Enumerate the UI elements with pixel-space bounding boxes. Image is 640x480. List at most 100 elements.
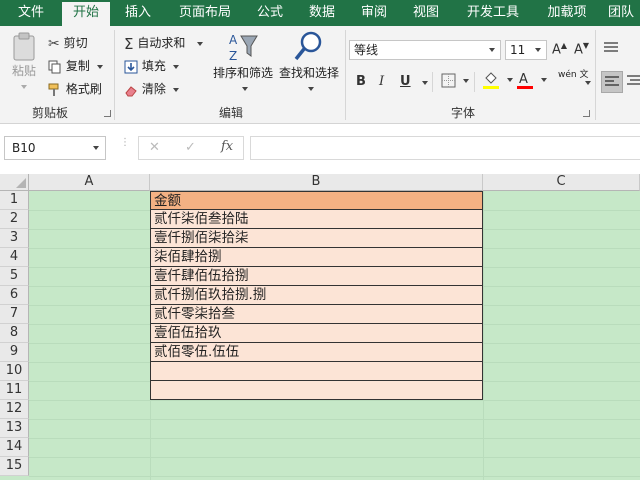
phonetic-guide-button[interactable]: wén 文 xyxy=(558,70,588,80)
italic-button[interactable]: I xyxy=(379,74,384,89)
row-header[interactable]: 5 xyxy=(0,267,29,286)
fill-button[interactable]: 填充 xyxy=(124,57,179,74)
gridline xyxy=(29,457,640,458)
fill-label: 填充 xyxy=(141,59,166,73)
cell-b7[interactable]: 贰仟零柒拾叁 xyxy=(150,305,483,324)
row-header[interactable]: 14 xyxy=(0,438,29,457)
column-header-c[interactable]: C xyxy=(483,174,640,191)
column-header-a[interactable]: A xyxy=(29,174,150,191)
decrease-font-size-button[interactable]: A▼ xyxy=(574,41,589,57)
name-box[interactable]: B10 xyxy=(4,136,106,160)
paintbrush-icon xyxy=(48,83,59,96)
copy-button[interactable]: 复制 xyxy=(48,57,103,74)
cell-b4[interactable]: 柒佰肆拾捌 xyxy=(150,248,483,267)
tab-page-layout[interactable]: 页面布局 xyxy=(170,0,240,26)
cell-b8[interactable]: 壹佰伍拾玖 xyxy=(150,324,483,343)
tab-formulas[interactable]: 公式 xyxy=(248,0,292,26)
column-header-b[interactable]: B xyxy=(150,174,483,191)
tab-data[interactable]: 数据 xyxy=(300,0,344,26)
chevron-down-icon xyxy=(172,87,179,92)
tab-insert[interactable]: 插入 xyxy=(112,0,164,26)
chevron-down-icon[interactable] xyxy=(585,81,591,85)
tab-view[interactable]: 视图 xyxy=(404,0,448,26)
cell-b11[interactable] xyxy=(150,381,483,400)
cell-b1[interactable]: 金额 xyxy=(150,191,483,210)
cell-b2[interactable]: 贰仟柒佰叁拾陆 xyxy=(150,210,483,229)
formula-input[interactable] xyxy=(250,136,640,160)
sigma-icon: Σ xyxy=(124,34,134,53)
phonetic-label: wén 文 xyxy=(558,70,589,80)
sheet-grid[interactable]: A B C 1 2 3 4 5 6 7 8 9 10 11 12 13 14 1… xyxy=(0,174,640,480)
drag-handle-icon[interactable]: ⋮ xyxy=(120,138,130,148)
insert-function-icon[interactable]: fx xyxy=(221,139,233,154)
row-header[interactable]: 4 xyxy=(0,248,29,267)
align-top-button[interactable] xyxy=(603,40,619,55)
scissors-icon: ✂ xyxy=(48,35,60,52)
tab-file[interactable]: 文件 xyxy=(0,0,62,26)
row-header[interactable]: 7 xyxy=(0,305,29,324)
chevron-down-icon xyxy=(506,78,513,82)
cell-b10[interactable] xyxy=(150,362,483,381)
chevron-down-icon[interactable] xyxy=(422,81,428,85)
tab-add-ins[interactable]: 加载项 xyxy=(538,0,596,26)
font-color-button[interactable]: A xyxy=(516,70,547,90)
gridline xyxy=(29,400,640,401)
chevron-down-icon xyxy=(93,146,99,150)
align-lines-icon xyxy=(604,41,618,52)
align-center-button[interactable] xyxy=(627,73,640,88)
row-header[interactable]: 8 xyxy=(0,324,29,343)
cell-b6[interactable]: 贰仟捌佰玖拾捌.捌 xyxy=(150,286,483,305)
row-header[interactable]: 1 xyxy=(0,191,29,210)
fill-down-icon xyxy=(124,60,138,73)
row-header[interactable]: 10 xyxy=(0,362,29,381)
sort-filter-button[interactable]: A Z 排序和筛选 xyxy=(212,30,274,95)
dialog-launcher-icon[interactable] xyxy=(583,110,590,117)
bold-button[interactable]: B xyxy=(356,74,366,89)
font-size-select[interactable]: 11 xyxy=(505,40,547,60)
format-painter-label: 格式刷 xyxy=(65,82,102,96)
row-header[interactable]: 12 xyxy=(0,400,29,419)
tab-team[interactable]: 团队 xyxy=(602,0,640,26)
format-painter-button[interactable]: 格式刷 xyxy=(48,80,102,97)
chevron-down-icon xyxy=(540,78,547,82)
enter-icon[interactable]: ✓ xyxy=(185,140,196,155)
underline-button[interactable]: U xyxy=(400,74,411,89)
row-header[interactable]: 13 xyxy=(0,419,29,438)
row-header[interactable]: 15 xyxy=(0,457,29,476)
align-left-button[interactable] xyxy=(601,71,623,93)
chevron-down-icon xyxy=(96,64,103,69)
row-header[interactable]: 2 xyxy=(0,210,29,229)
row-header[interactable]: 3 xyxy=(0,229,29,248)
row-header[interactable]: 11 xyxy=(0,381,29,400)
row-header[interactable]: 9 xyxy=(0,343,29,362)
svg-text:A: A xyxy=(519,72,528,87)
underline-label: U xyxy=(400,74,411,89)
cell-b3[interactable]: 壹仟捌佰柒拾柒 xyxy=(150,229,483,248)
tab-developer[interactable]: 开发工具 xyxy=(456,0,530,26)
fill-color-button[interactable] xyxy=(482,70,513,90)
cut-button[interactable]: ✂ 剪切 xyxy=(48,34,88,52)
paste-button[interactable]: 粘贴 xyxy=(8,32,40,93)
tab-review[interactable]: 审阅 xyxy=(352,0,396,26)
find-select-label: 查找和选择 xyxy=(278,66,339,80)
increase-font-size-button[interactable]: A▲ xyxy=(552,41,567,57)
select-all-corner[interactable] xyxy=(0,174,29,191)
borders-button[interactable] xyxy=(441,73,469,88)
autosum-button[interactable]: Σ 自动求和 xyxy=(124,34,204,53)
row-header[interactable]: 6 xyxy=(0,286,29,305)
clear-button[interactable]: 清除 xyxy=(124,80,179,97)
group-separator xyxy=(474,72,475,92)
tab-home[interactable]: 开始 xyxy=(62,2,110,26)
copy-label: 复制 xyxy=(65,59,90,73)
dialog-launcher-icon[interactable] xyxy=(104,110,111,117)
chevron-down-icon xyxy=(197,41,204,46)
cell-b5[interactable]: 壹仟肆佰伍拾捌 xyxy=(150,267,483,286)
eraser-icon xyxy=(125,85,137,96)
cell-b9[interactable]: 贰佰零伍.伍伍 xyxy=(150,343,483,362)
font-name-value: 等线 xyxy=(354,43,379,57)
group-separator xyxy=(345,30,346,120)
find-select-button[interactable]: 查找和选择 xyxy=(278,30,340,95)
gridline xyxy=(29,438,640,439)
font-name-select[interactable]: 等线 xyxy=(349,40,501,60)
cancel-icon[interactable]: ✕ xyxy=(149,140,160,155)
